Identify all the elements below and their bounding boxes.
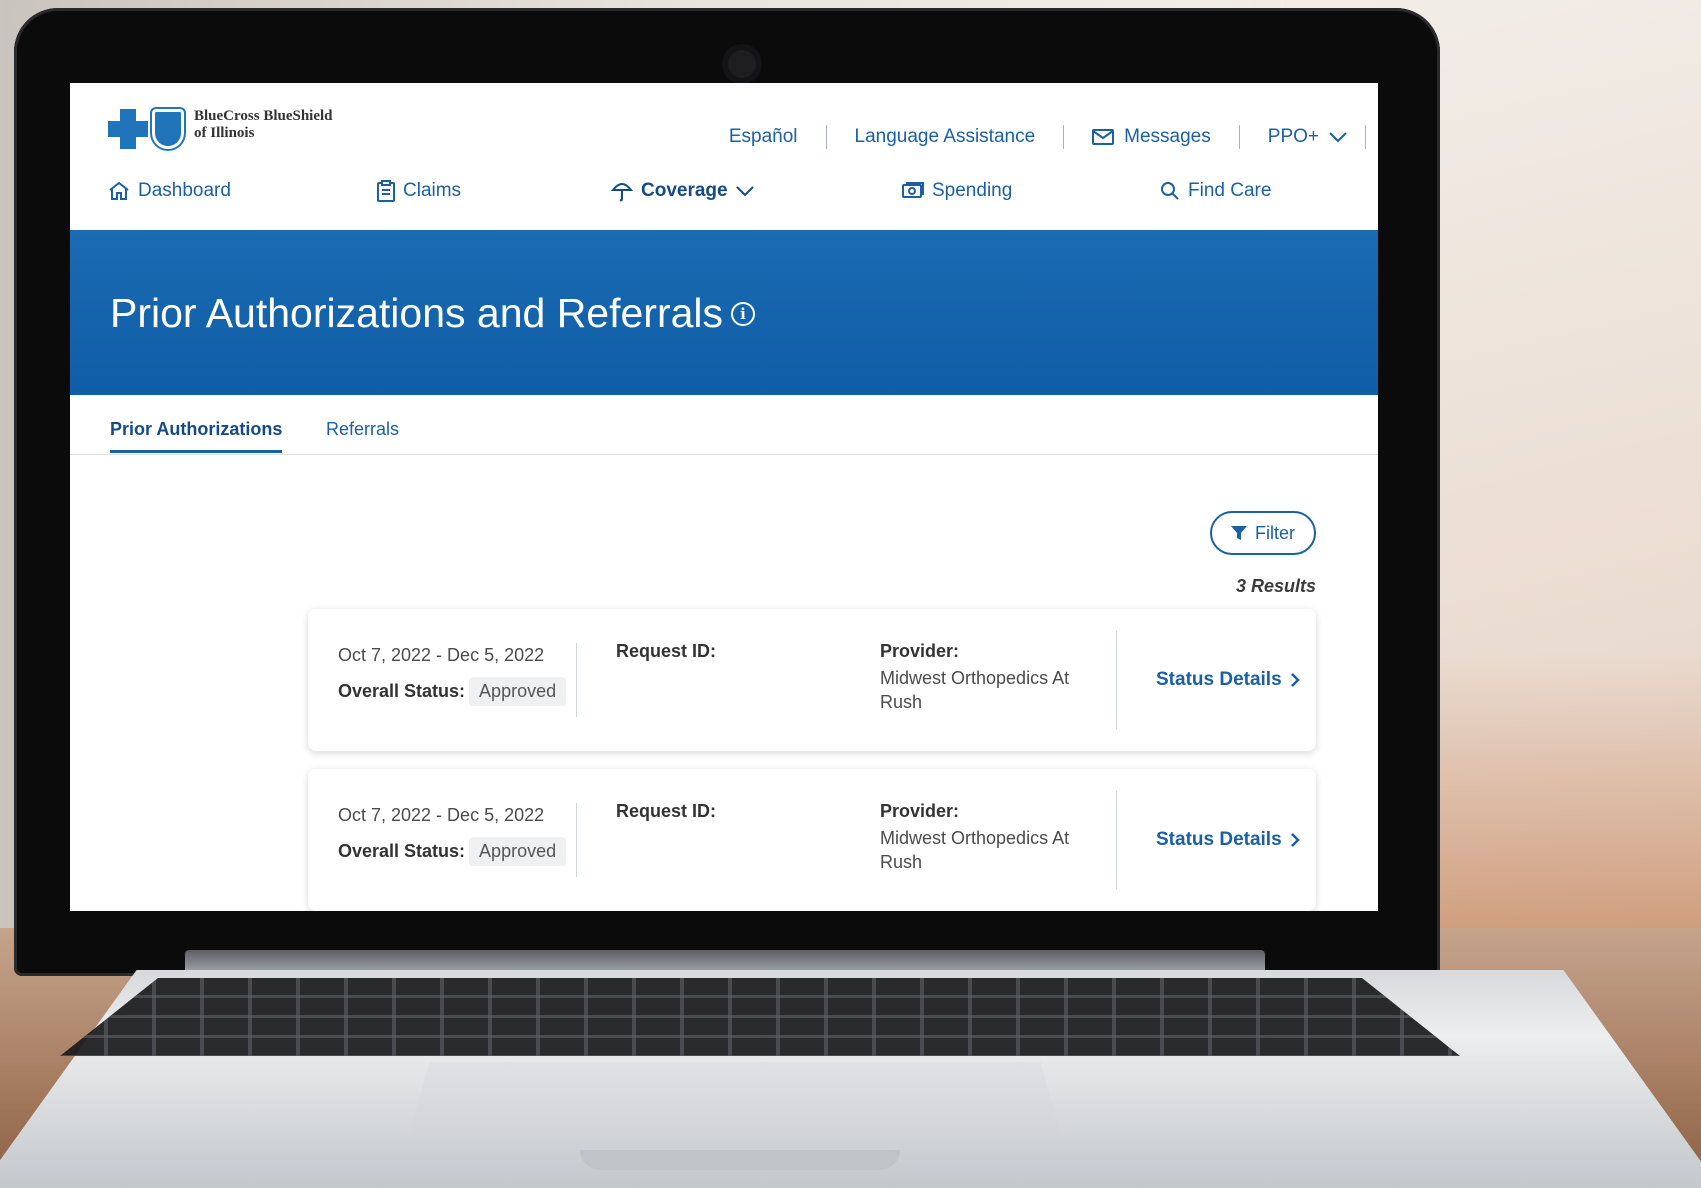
tab-bar: Prior Authorizations Referrals — [70, 395, 1378, 455]
status-row: Overall Status: Approved — [338, 677, 567, 706]
provider-name: Midwest Orthopedics At Rush — [880, 668, 1070, 712]
blue-cross-icon — [108, 109, 148, 149]
nav-claims[interactable]: Claims — [377, 180, 461, 202]
envelope-icon — [1092, 129, 1115, 145]
status-details-link[interactable]: Status Details — [1156, 669, 1300, 691]
page-title-text: Prior Authorizations and Referrals — [110, 290, 724, 336]
provider-name: Midwest Orthopedics At Rush — [880, 828, 1070, 872]
language-assistance-label: Language Assistance — [854, 126, 1036, 147]
nav-spending[interactable]: Spending — [902, 180, 1012, 202]
nav-find-care[interactable]: Find Care — [1160, 180, 1271, 202]
plan-label: PPO+ — [1267, 126, 1319, 147]
messages-link[interactable]: Messages — [1064, 126, 1239, 148]
bcbs-logo[interactable]: BlueCross BlueShield of Illinois — [108, 108, 333, 149]
espanol-label: Español — [728, 126, 798, 147]
provider-label: Provider: — [880, 801, 960, 821]
utility-bar: BlueCross BlueShield of Illinois Español… — [70, 83, 1378, 163]
espanol-link[interactable]: Español — [701, 126, 826, 148]
divider — [1365, 125, 1366, 149]
search-icon — [1160, 181, 1180, 201]
nav-dashboard[interactable]: Dashboard — [108, 180, 231, 202]
laptop-front-notch — [580, 1150, 900, 1170]
umbrella-icon — [611, 180, 633, 202]
nav-dashboard-label: Dashboard — [138, 180, 231, 201]
page-hero: Prior Authorizations and Referrals i — [70, 230, 1378, 395]
home-icon — [108, 181, 130, 201]
card-dates: Oct 7, 2022 - Dec 5, 2022 — [338, 645, 545, 665]
nav-spending-label: Spending — [932, 180, 1013, 201]
authorization-card: Oct 7, 2022 - Dec 5, 2022 Overall Status… — [308, 609, 1316, 751]
tab-referrals[interactable]: Referrals — [326, 419, 399, 450]
status-details-link[interactable]: Status Details — [1156, 829, 1300, 851]
status-badge: Approved — [469, 677, 567, 706]
authorization-card: Oct 7, 2022 - Dec 5, 2022 Overall Status… — [308, 769, 1316, 911]
filter-label: Filter — [1255, 522, 1295, 543]
nav-coverage-label: Coverage — [641, 180, 728, 201]
browser-screen: BlueCross BlueShield of Illinois Español… — [70, 83, 1378, 911]
status-badge: Approved — [469, 837, 567, 866]
messages-label: Messages — [1124, 126, 1211, 147]
request-id-label: Request ID: — [616, 801, 717, 821]
page-title: Prior Authorizations and Referrals i — [110, 290, 756, 337]
status-label: Overall Status: — [338, 841, 466, 861]
logo-line1: BlueCross BlueShield — [194, 108, 333, 124]
divider — [576, 643, 577, 717]
plan-selector[interactable]: PPO+ — [1240, 126, 1365, 148]
divider — [1116, 631, 1117, 729]
chevron-down-icon — [735, 185, 754, 197]
tab-prior-authorizations[interactable]: Prior Authorizations — [110, 419, 283, 453]
webcam — [722, 44, 762, 84]
info-icon[interactable]: i — [731, 301, 756, 326]
status-row: Overall Status: Approved — [338, 837, 567, 866]
divider — [576, 803, 577, 877]
laptop-trackpad — [410, 1062, 1060, 1132]
utility-links: Español Language Assistance Messages PPO… — [701, 125, 1366, 149]
funnel-icon — [1231, 526, 1247, 540]
nav-claims-label: Claims — [403, 180, 462, 201]
request-id-label: Request ID: — [616, 641, 717, 661]
clipboard-icon — [377, 180, 395, 202]
nav-find-care-label: Find Care — [1188, 180, 1272, 201]
results-count: 3 Results — [1235, 576, 1316, 596]
chevron-right-icon — [1290, 672, 1300, 688]
chevron-down-icon — [1329, 131, 1347, 143]
chevron-right-icon — [1290, 832, 1300, 848]
card-dates: Oct 7, 2022 - Dec 5, 2022 — [338, 805, 545, 825]
money-icon — [902, 182, 924, 200]
provider-label: Provider: — [880, 641, 960, 661]
status-details-label: Status Details — [1156, 829, 1282, 850]
nav-coverage[interactable]: Coverage — [611, 180, 754, 202]
status-label: Overall Status: — [338, 681, 466, 701]
keyboard-rows — [60, 978, 1460, 1056]
status-details-label: Status Details — [1156, 669, 1282, 690]
blue-shield-icon — [152, 109, 184, 149]
logo-text: BlueCross BlueShield of Illinois — [194, 108, 333, 142]
logo-line2: of Illinois — [194, 125, 255, 141]
filter-button[interactable]: Filter — [1210, 511, 1316, 555]
laptop-hinge — [185, 950, 1265, 972]
divider — [1116, 791, 1117, 889]
language-assistance-link[interactable]: Language Assistance — [827, 126, 1064, 148]
